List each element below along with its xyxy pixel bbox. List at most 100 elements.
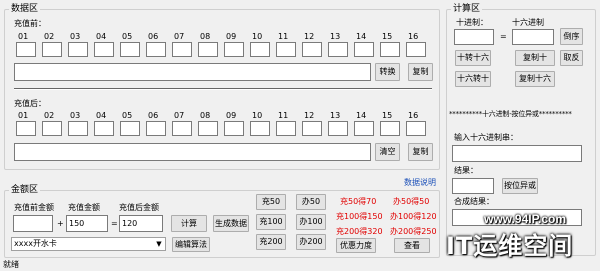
after-col-number: 14 (356, 111, 367, 120)
quick-charge-200-button[interactable]: 充200 (256, 234, 286, 250)
after-col-number: 16 (408, 111, 419, 120)
pre-amount-label: 充值前金额 (14, 203, 54, 212)
before-byte-cell[interactable] (224, 42, 244, 57)
quick-charge-50-button[interactable]: 充50 (256, 194, 286, 210)
promo-charge-100: 充100得150 (336, 212, 383, 221)
before-byte-cell[interactable] (354, 42, 374, 57)
quick-issue-50-button[interactable]: 办50 (296, 194, 326, 210)
calc-equals-sign: = (500, 32, 507, 41)
calculate-button[interactable]: 计算 (171, 215, 207, 232)
after-byte-cell[interactable] (224, 121, 244, 136)
generate-data-button[interactable]: 生成数据 (213, 215, 249, 232)
charge-amount-input[interactable] (66, 215, 108, 232)
before-col-number: 12 (304, 32, 315, 41)
after-byte-cell[interactable] (68, 121, 88, 136)
after-col-number: 07 (174, 111, 185, 120)
before-col-number: 05 (122, 32, 133, 41)
xor-result-field[interactable] (452, 178, 494, 194)
before-byte-cell[interactable] (94, 42, 114, 57)
before-byte-cell[interactable] (16, 42, 36, 57)
before-col-number: 07 (174, 32, 185, 41)
hex-to-dec-button[interactable]: 十六转十 (455, 71, 491, 87)
before-col-number: 08 (200, 32, 211, 41)
after-col-number: 12 (304, 111, 315, 120)
clear-button[interactable]: 清空 (375, 143, 400, 161)
watermark-url: www.94IP.com (484, 212, 567, 226)
after-col-number: 09 (226, 111, 237, 120)
post-amount-input[interactable] (119, 215, 163, 232)
before-byte-cell[interactable] (172, 42, 192, 57)
before-col-number: 03 (70, 32, 81, 41)
after-byte-cell[interactable] (198, 121, 218, 136)
charge-amount-label: 充值金额 (68, 203, 100, 212)
before-charge-label: 充值前： (14, 19, 46, 28)
quick-charge-100-button[interactable]: 充100 (256, 214, 286, 230)
copy-hex-button[interactable]: 复制十六 (515, 71, 555, 87)
decimal-input[interactable] (454, 29, 494, 45)
after-byte-cell[interactable] (406, 121, 426, 136)
before-byte-cell[interactable] (42, 42, 62, 57)
data-note-link[interactable]: 数据说明 (404, 178, 436, 188)
after-byte-cell[interactable] (42, 121, 62, 136)
quick-issue-200-button[interactable]: 办200 (296, 234, 326, 250)
after-byte-cell[interactable] (120, 121, 140, 136)
before-hex-string-field[interactable] (14, 63, 371, 81)
before-byte-cell[interactable] (250, 42, 270, 57)
dec-to-hex-button[interactable]: 十转十六 (455, 50, 491, 66)
hex-input[interactable] (512, 29, 554, 45)
promo-strength-button[interactable]: 优惠力度 (336, 238, 376, 253)
quick-issue-100-button[interactable]: 办100 (296, 214, 326, 230)
after-byte-cell[interactable] (16, 121, 36, 136)
before-byte-cell[interactable] (68, 42, 88, 57)
negate-button[interactable]: 取反 (560, 50, 583, 66)
copy-decimal-button[interactable]: 复制十 (515, 50, 555, 66)
edit-algorithm-button[interactable]: 编辑算法 (172, 237, 210, 252)
after-byte-cell[interactable] (276, 121, 296, 136)
after-byte-cell[interactable] (172, 121, 192, 136)
before-byte-cell[interactable] (406, 42, 426, 57)
copy-before-button[interactable]: 复制 (408, 63, 433, 81)
before-col-number: 10 (252, 32, 263, 41)
before-byte-cell[interactable] (120, 42, 140, 57)
after-byte-cell[interactable] (302, 121, 322, 136)
convert-button[interactable]: 转换 (375, 63, 400, 81)
view-button[interactable]: 查看 (394, 238, 430, 253)
before-col-number: 06 (148, 32, 159, 41)
before-byte-cell[interactable] (146, 42, 166, 57)
data-zone-legend: 数据区 (11, 4, 39, 14)
xor-section-title: **********十六进制-按位异或********** (449, 110, 572, 118)
before-col-number: 02 (44, 32, 55, 41)
before-col-number: 04 (96, 32, 107, 41)
after-col-number: 03 (70, 111, 81, 120)
after-col-number: 04 (96, 111, 107, 120)
after-byte-cell[interactable] (94, 121, 114, 136)
after-hex-string-field[interactable] (14, 143, 371, 161)
before-byte-cell[interactable] (198, 42, 218, 57)
input-hex-string-label: 输入十六进制串： (454, 133, 518, 142)
before-byte-cell[interactable] (380, 42, 400, 57)
before-byte-cell[interactable] (302, 42, 322, 57)
card-type-select-value: xxxx开水卡 (14, 239, 57, 248)
after-col-number: 13 (330, 111, 341, 120)
hex-label: 十六进制 (512, 18, 544, 27)
card-type-select[interactable]: xxxx开水卡 ▼ (11, 237, 166, 251)
after-byte-cell[interactable] (328, 121, 348, 136)
after-col-number: 05 (122, 111, 133, 120)
after-byte-cell[interactable] (380, 121, 400, 136)
after-col-number: 06 (148, 111, 159, 120)
after-byte-cell[interactable] (250, 121, 270, 136)
before-col-number: 09 (226, 32, 237, 41)
before-byte-cell[interactable] (328, 42, 348, 57)
xor-input-field[interactable] (452, 145, 582, 162)
after-byte-cell[interactable] (354, 121, 374, 136)
copy-after-button[interactable]: 复制 (408, 143, 433, 161)
after-byte-cell[interactable] (146, 121, 166, 136)
after-col-number: 02 (44, 111, 55, 120)
bitwise-xor-button[interactable]: 按位异或 (502, 178, 538, 194)
combined-result-label: 合成结果： (454, 197, 494, 206)
amount-zone-legend: 金额区 (11, 185, 39, 195)
calc-zone-legend: 计算区 (453, 4, 481, 14)
before-byte-cell[interactable] (276, 42, 296, 57)
pre-amount-input[interactable] (13, 215, 53, 232)
reverse-button[interactable]: 倒序 (560, 28, 583, 45)
